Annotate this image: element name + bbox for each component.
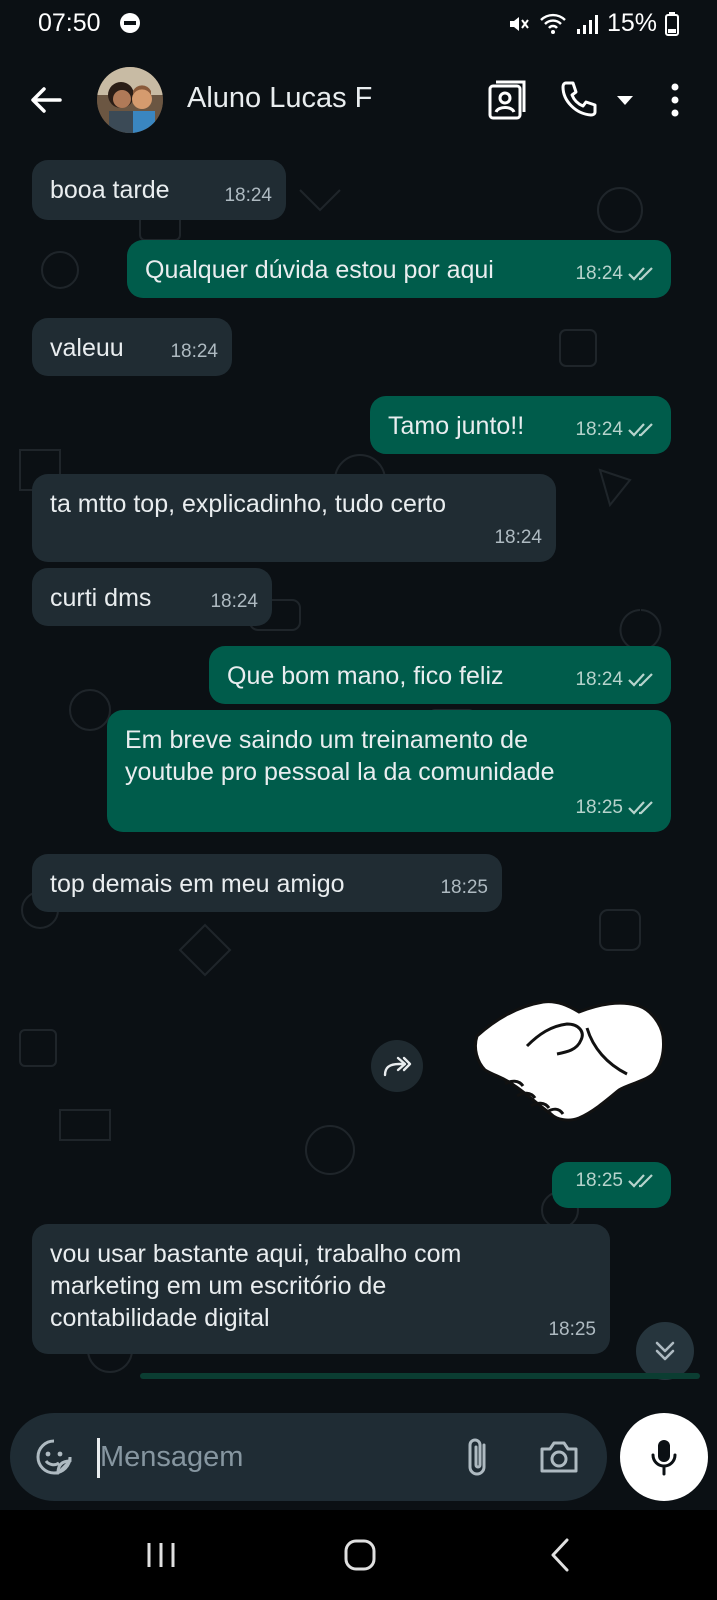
status-bar: 07:50 15% — [0, 0, 717, 50]
status-indicators: 15% — [507, 9, 679, 38]
recents-icon[interactable] — [143, 1537, 179, 1573]
microphone-button[interactable] — [620, 1413, 708, 1501]
forward-icon — [383, 1056, 412, 1077]
wifi-icon — [540, 13, 566, 34]
message-time: 18:24 — [210, 591, 258, 612]
forward-button[interactable] — [371, 1040, 423, 1092]
scroll-to-bottom-button[interactable] — [636, 1322, 694, 1380]
message-time: 18:24 — [224, 185, 272, 206]
double-check-icon — [628, 673, 653, 687]
message-incoming[interactable]: vou usar bastante aqui, trabalho com mar… — [32, 1224, 610, 1354]
message-incoming[interactable]: booa tarde 18:24 — [32, 160, 286, 220]
contact-card-icon[interactable] — [487, 79, 529, 121]
signal-icon — [576, 14, 598, 34]
double-check-icon — [628, 267, 653, 281]
composer — [10, 1413, 607, 1501]
message-time: 18:24 — [575, 263, 623, 284]
arrow-left-icon[interactable] — [26, 80, 66, 120]
message-time: 18:25 — [575, 1170, 623, 1191]
message-incoming[interactable]: ta mtto top, explicadinho, tudo certo 18… — [32, 474, 556, 562]
status-time: 07:50 — [38, 9, 101, 37]
sticker-emoji-icon[interactable] — [34, 1437, 74, 1477]
message-time: 18:25 — [575, 797, 623, 818]
message-text: vou usar bastante aqui, trabalho com mar… — [50, 1240, 462, 1332]
divider-line — [140, 1373, 700, 1379]
chevrons-down-icon — [655, 1341, 675, 1361]
camera-icon[interactable] — [538, 1437, 580, 1477]
do-not-disturb-icon — [120, 13, 140, 33]
message-time: 18:25 — [440, 877, 488, 898]
system-navigation-bar — [0, 1510, 717, 1600]
back-icon[interactable] — [548, 1536, 572, 1574]
mute-icon — [509, 16, 529, 31]
message-text: Que bom mano, fico feliz — [227, 662, 504, 690]
message-incoming[interactable]: valeuu 18:24 — [32, 318, 232, 376]
message-meta: 18:24 — [575, 664, 657, 696]
message-outgoing[interactable]: Em breve saindo um treinamento de youtub… — [107, 710, 671, 832]
message-time: 18:24 — [170, 341, 218, 362]
message-text: booa tarde — [50, 176, 170, 204]
message-text: Qualquer dúvida estou por aqui — [145, 256, 494, 284]
microphone-icon — [651, 1440, 677, 1476]
message-text: valeuu — [50, 334, 124, 362]
avatar[interactable] — [97, 67, 163, 133]
message-time: 18:24 — [494, 527, 542, 548]
handshake-sticker[interactable] — [467, 988, 667, 1126]
message-incoming[interactable]: curti dms 18:24 — [32, 568, 272, 626]
message-meta: 18:24 — [575, 258, 657, 290]
double-check-icon — [628, 801, 653, 815]
message-meta: 18:24 — [575, 414, 657, 446]
double-check-icon — [628, 423, 653, 437]
chat-header: Aluno Lucas F — [0, 50, 717, 150]
message-text: ta mtto top, explicadinho, tudo certo — [50, 490, 447, 518]
home-icon[interactable] — [340, 1535, 380, 1575]
battery-level: 15% — [606, 9, 657, 37]
message-time: 18:25 — [548, 1319, 596, 1340]
message-outgoing[interactable]: Que bom mano, fico feliz 18:24 — [209, 646, 671, 704]
message-time: 18:24 — [575, 419, 623, 440]
message-text: Em breve saindo um treinamento de youtub… — [125, 726, 555, 786]
message-time: 18:24 — [575, 669, 623, 690]
message-outgoing[interactable]: Tamo junto!! 18:24 — [370, 396, 671, 454]
battery-icon — [665, 11, 679, 36]
message-input[interactable] — [100, 1435, 430, 1479]
message-list[interactable]: booa tarde 18:24 Qualquer dúvida estou p… — [0, 150, 717, 1510]
double-check-icon — [628, 1174, 653, 1188]
sticker-meta: 18:25 — [552, 1162, 671, 1208]
paperclip-icon[interactable] — [460, 1435, 496, 1479]
message-meta: 18:25 — [575, 792, 657, 824]
contact-name[interactable]: Aluno Lucas F — [187, 82, 372, 115]
message-text: Tamo junto!! — [388, 412, 525, 440]
message-outgoing[interactable]: Qualquer dúvida estou por aqui 18:24 — [127, 240, 671, 298]
phone-icon[interactable] — [558, 79, 598, 119]
chevron-down-icon[interactable] — [614, 90, 636, 110]
more-vertical-icon[interactable] — [662, 80, 688, 120]
message-incoming[interactable]: top demais em meu amigo 18:25 — [32, 854, 502, 912]
message-text: curti dms — [50, 584, 152, 612]
message-meta: 18:25 — [575, 1165, 657, 1197]
message-text: top demais em meu amigo — [50, 870, 345, 898]
